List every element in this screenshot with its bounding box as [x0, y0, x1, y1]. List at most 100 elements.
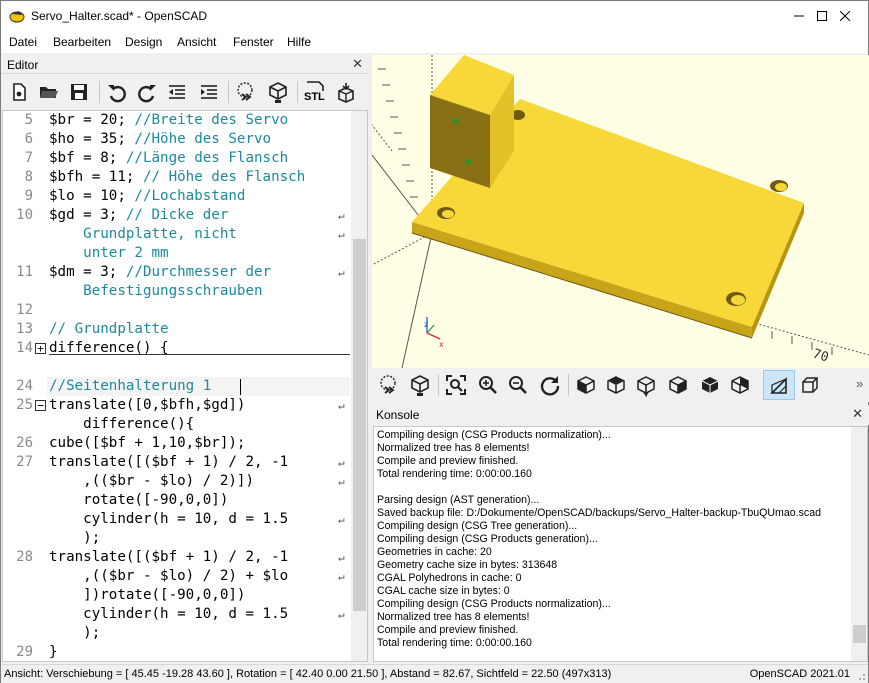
menu-datei[interactable]: Datei — [9, 35, 37, 49]
console-header: Konsole ✕ — [372, 405, 869, 425]
view-top-icon[interactable] — [604, 373, 628, 397]
line-wrap-icon: ↵ — [338, 209, 345, 222]
code-text: $bfh = 11; — [49, 169, 143, 185]
code-line: ,(($br - $lo) / 2)]) — [49, 472, 254, 491]
toolbar-overflow-button[interactable]: » — [856, 376, 863, 391]
code-line: $ho = 35; //Höhe des Servo — [49, 130, 271, 149]
reset-view-icon[interactable] — [538, 373, 562, 397]
console-scrollbar-thumb[interactable] — [853, 625, 866, 643]
fold-collapse-icon[interactable]: − — [35, 400, 46, 411]
line-number: 27 — [16, 454, 33, 470]
code-editor[interactable]: 5 6 7 8 9 10 11 12 13 14 +24 25− 26 27 28 29 $br = 20; … — [2, 110, 368, 662]
code-text: ,(($br - $lo) / 2)]) — [49, 473, 254, 489]
editor-close-button[interactable]: ✕ — [352, 56, 363, 72]
view-front-icon[interactable] — [698, 373, 722, 397]
line-number: 12 — [16, 302, 33, 318]
editor-scrollbar[interactable] — [351, 111, 367, 661]
console-scrollbar[interactable] — [851, 427, 867, 661]
line-wrap-icon: ↵ — [338, 513, 345, 526]
code-line: ); — [49, 624, 100, 643]
code-line: cube([$bf + 1,10,$br]); — [49, 434, 245, 453]
preview-icon[interactable] — [377, 373, 401, 397]
status-view-info: Ansicht: Verschiebung = [ 45.45 -19.28 4… — [4, 668, 612, 680]
code-text: translate([0,$bfh,$gd]) — [49, 397, 246, 413]
menu-bearbeiten[interactable]: Bearbeiten — [53, 35, 111, 49]
render-icon[interactable] — [408, 373, 432, 397]
menu-design[interactable]: Design — [125, 35, 162, 49]
menu-bar: Datei Bearbeiten Design Ansicht Fenster … — [1, 31, 868, 53]
code-comment: // Höhe des Flansch — [142, 169, 306, 185]
menu-fenster[interactable]: Fenster — [233, 35, 274, 49]
console-output[interactable]: Compiling design (CSG Products normaliza… — [373, 426, 868, 662]
preview-icon[interactable] — [234, 80, 258, 104]
code-text: ,(($br - $lo) / 2) + $lo — [49, 568, 289, 584]
status-version: OpenSCAD 2021.01 — [749, 668, 850, 680]
code-text: $ho = 35; — [49, 131, 135, 147]
menu-ansicht[interactable]: Ansicht — [177, 35, 216, 49]
view-bottom-icon[interactable] — [634, 373, 658, 397]
code-line: difference() { — [49, 339, 169, 358]
fold-expand-icon[interactable]: + — [35, 343, 46, 354]
render-icon[interactable] — [266, 80, 290, 104]
editor-title: Editor — [7, 58, 39, 72]
text-caret — [240, 379, 241, 395]
line-number: 26 — [16, 435, 33, 451]
openscad-window: Servo_Halter.scad* - OpenSCAD Datei Bear… — [0, 0, 869, 683]
view-toolbar: » — [372, 368, 869, 402]
code-line: $gd = 3; // Dicke der — [49, 206, 228, 225]
line-wrap-icon: ↵ — [338, 570, 345, 583]
code-text: $dm = 3; — [49, 264, 126, 280]
console-line: Geometry cache size in bytes: 313648 — [377, 559, 558, 571]
zoom-in-icon[interactable] — [476, 373, 500, 397]
toolbar-separator — [99, 81, 100, 103]
unindent-icon[interactable] — [165, 80, 189, 104]
toolbar-separator — [438, 374, 439, 396]
title-bar: Servo_Halter.scad* - OpenSCAD — [1, 1, 868, 31]
view-all-icon[interactable] — [444, 373, 468, 397]
line-wrap-icon: ↵ — [338, 228, 345, 241]
code-line: $br = 20; //Breite des Servo — [49, 111, 288, 130]
code-line: unter 2 mm — [49, 244, 168, 263]
console-dock: Konsole ✕ Compiling design (CSG Products… — [372, 405, 869, 663]
open-file-icon[interactable] — [37, 80, 61, 104]
perspective-icon[interactable] — [767, 373, 791, 397]
undo-icon[interactable] — [105, 80, 129, 104]
code-comment: //Durchmesser der — [125, 264, 272, 280]
view-left-icon[interactable] — [666, 373, 690, 397]
line-number: 10 — [16, 207, 33, 223]
line-number-gutter: 5 6 7 8 9 10 11 12 13 14 +24 25− 26 27 28 29 — [3, 111, 47, 661]
console-line: Total rendering time: 0:00:00.160 — [377, 637, 532, 649]
save-icon[interactable] — [67, 80, 91, 104]
redo-icon[interactable] — [135, 80, 159, 104]
export-stl-icon[interactable]: STL — [303, 80, 327, 104]
send-to-printer-icon[interactable] — [334, 80, 358, 104]
code-text: $lo = 10; — [49, 188, 135, 204]
close-button[interactable] — [822, 1, 868, 31]
code-comment: //Höhe des Servo — [134, 131, 272, 147]
orthogonal-icon[interactable] — [798, 373, 822, 397]
console-line: Compiling design (CSG Products normaliza… — [377, 598, 611, 610]
line-number: 7 — [24, 150, 33, 166]
view-right-icon[interactable] — [574, 373, 598, 397]
code-line: ])rotate([-90,0,0]) — [49, 586, 245, 605]
status-bar: Ansicht: Verschiebung = [ 45.45 -19.28 4… — [1, 664, 868, 683]
code-line: $bfh = 11; // Höhe des Flansch — [49, 168, 305, 187]
indent-icon[interactable] — [197, 80, 221, 104]
new-file-icon[interactable] — [7, 80, 31, 104]
console-close-button[interactable]: ✕ — [852, 406, 863, 422]
stl-label: STL — [304, 91, 325, 103]
svg-text:z: z — [424, 320, 428, 329]
console-line: Saved backup file: D:/Dokumente/OpenSCAD… — [377, 507, 821, 519]
menu-hilfe[interactable]: Hilfe — [287, 35, 311, 49]
view-back-icon[interactable] — [728, 373, 752, 397]
editor-dock: Editor ✕ STL 5 6 7 8 9 10 11 12 13 14 + … — [1, 55, 369, 663]
resize-grip-icon[interactable] — [856, 671, 866, 681]
code-line: //Seitenhalterung 1 — [49, 377, 211, 396]
code-line: translate([0,$bfh,$gd]) — [49, 396, 245, 415]
console-line: CGAL cache size in bytes: 0 — [377, 585, 510, 597]
editor-scrollbar-thumb[interactable] — [353, 239, 366, 611]
code-text: $br = 20; — [49, 112, 135, 128]
zoom-out-icon[interactable] — [506, 373, 530, 397]
3d-viewport[interactable]: z x 70 — [372, 55, 869, 368]
